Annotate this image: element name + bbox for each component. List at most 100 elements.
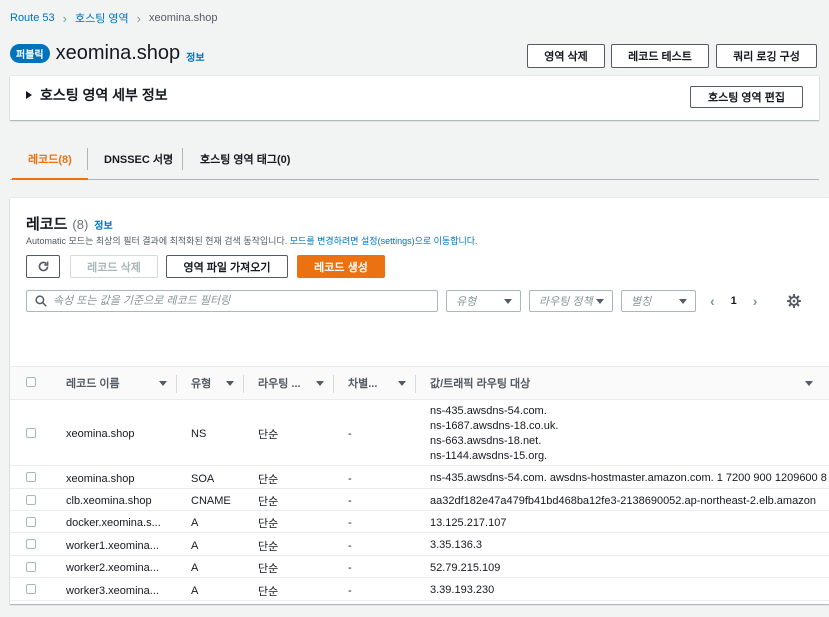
- table-row[interactable]: xeomina.shop SOA 단순 - ns-435.awsdns-54.com. …: [10, 465, 829, 489]
- select-all-checkbox[interactable]: [26, 376, 36, 387]
- column-header-value[interactable]: 값/트래픽 라우팅 대상: [416, 366, 829, 400]
- records-description-text: Automatic 모드는 최상의 필터 결과에 최적화된 현재 검색 동작입니…: [26, 236, 288, 246]
- create-record-button[interactable]: 레코드 생성: [297, 255, 385, 278]
- page-title: xeomina.shop: [55, 42, 181, 64]
- record-value: 52.79.215.109: [430, 561, 501, 574]
- filter-alias-select[interactable]: 별칭: [621, 290, 696, 312]
- breadcrumb: Route 53 › 호스팅 영역 › xeomina.shop: [10, 10, 218, 26]
- edit-zone-button[interactable]: 호스팅 영역 편집: [690, 86, 803, 108]
- refresh-icon: [38, 261, 48, 272]
- record-differentiator: -: [334, 600, 416, 604]
- record-routing: 단순: [244, 465, 334, 489]
- record-value-cell: ns-435.awsdns-54.com. awsdns-hostmaster.…: [416, 465, 829, 489]
- record-differentiator: -: [334, 532, 416, 556]
- chevron-right-icon[interactable]: ›: [753, 293, 758, 309]
- column-header-routing[interactable]: 라우팅 ...: [244, 366, 334, 400]
- row-checkbox[interactable]: [26, 427, 36, 438]
- gear-icon[interactable]: [787, 294, 801, 308]
- breadcrumb-current: xeomina.shop: [149, 12, 218, 24]
- record-type: A: [177, 555, 244, 578]
- sort-caret-icon: [159, 380, 167, 386]
- tab-records[interactable]: 레코드(8): [12, 140, 88, 180]
- caret-down-icon: [679, 299, 687, 304]
- table-row[interactable]: clb.xeomina.shop CNAME 단순 - aa32df182e47a479…: [10, 488, 829, 511]
- record-type: A: [177, 600, 244, 604]
- delete-record-button[interactable]: 레코드 삭제: [70, 255, 158, 278]
- search-box: [26, 290, 438, 312]
- record-differentiator: -: [334, 577, 416, 601]
- delete-zone-button[interactable]: 영역 삭제: [527, 44, 605, 68]
- chevron-right-icon: ›: [136, 10, 141, 26]
- table-row[interactable]: worker1.xeomina... A 단순 - 3.35.136.3: [10, 532, 829, 556]
- record-name: worker4.xeomina...: [50, 600, 177, 604]
- search-input[interactable]: [53, 295, 423, 307]
- sort-caret-icon: [805, 380, 813, 386]
- row-checkbox[interactable]: [26, 494, 36, 505]
- chevron-right-icon: ›: [62, 10, 67, 26]
- record-value-cell: 43.200.175.170: [416, 600, 829, 604]
- row-checkbox[interactable]: [26, 516, 36, 527]
- breadcrumb-hosted-zones[interactable]: 호스팅 영역: [75, 10, 129, 26]
- table-row[interactable]: xeomina.shop NS 단순 - ns-435.awsdns-54.com. ns…: [10, 399, 829, 466]
- table-row[interactable]: docker.xeomina.s... A 단순 - 13.125.217.107: [10, 510, 829, 533]
- caret-down-icon: [596, 299, 604, 304]
- table-row[interactable]: worker4.xeomina...A단순-43.200.175.170: [10, 600, 829, 604]
- row-checkbox[interactable]: [26, 539, 36, 549]
- record-value: ns-1687.awsdns-18.co.uk.: [430, 420, 559, 432]
- record-type: SOA: [177, 465, 244, 489]
- record-value-cell: ns-435.awsdns-54.com. ns-1687.awsdns-18.c…: [416, 399, 829, 466]
- record-value: aa32df182e47a479fb41bd468ba12fe3-2138690…: [430, 494, 816, 507]
- row-checkbox[interactable]: [26, 472, 36, 482]
- record-differentiator: -: [334, 465, 416, 489]
- column-header-differentiator[interactable]: 차별...: [334, 366, 416, 400]
- record-value-cell: aa32df182e47a479fb41bd468ba12fe3-2138690…: [416, 488, 829, 511]
- search-icon: [35, 295, 47, 307]
- record-name: clb.xeomina.shop: [50, 488, 177, 511]
- table-row[interactable]: worker3.xeomina... A 단순 - 3.39.193.230: [10, 577, 829, 601]
- table-row[interactable]: worker2.xeomina... A 단순 - 52.79.215.109: [10, 555, 829, 578]
- column-label: 차별...: [348, 378, 378, 390]
- page-header: 퍼블릭 xeomina.shop 정보: [10, 42, 205, 65]
- records-header: 레코드 (8) 정보: [26, 213, 113, 234]
- info-link[interactable]: 정보: [186, 49, 204, 64]
- record-name: docker.xeomina.s...: [50, 510, 177, 533]
- refresh-button[interactable]: [26, 255, 60, 278]
- record-name: worker1.xeomina...: [50, 532, 177, 556]
- row-checkbox[interactable]: [26, 561, 36, 572]
- hosted-zone-details-panel: 호스팅 영역 세부 정보 호스팅 영역 편집: [10, 76, 819, 120]
- records-info-link[interactable]: 정보: [94, 217, 112, 232]
- settings-link[interactable]: 모드를 변경하려면 설정(settings)으로 이동합니다.: [290, 236, 478, 246]
- column-header-name[interactable]: 레코드 이름: [50, 366, 177, 400]
- record-routing: 단순: [244, 577, 334, 601]
- record-type: A: [177, 532, 244, 556]
- test-record-button[interactable]: 레코드 테스트: [611, 44, 709, 68]
- filter-type-select[interactable]: 유형: [446, 290, 521, 312]
- record-differentiator: -: [334, 399, 416, 466]
- breadcrumb-route53[interactable]: Route 53: [10, 12, 55, 24]
- pagination: ‹ 1 ›: [710, 290, 757, 312]
- record-name: worker2.xeomina...: [50, 555, 177, 578]
- record-differentiator: -: [334, 488, 416, 511]
- record-value-cell: 3.35.136.3: [416, 532, 829, 556]
- row-checkbox[interactable]: [26, 584, 36, 594]
- chevron-left-icon[interactable]: ‹: [710, 293, 715, 309]
- details-toggle[interactable]: 호스팅 영역 세부 정보: [26, 85, 168, 105]
- column-header-type[interactable]: 유형: [177, 366, 244, 400]
- record-type: A: [177, 577, 244, 601]
- records-panel: 레코드 (8) 정보 Automatic 모드는 최상의 필터 결과에 최적화된…: [10, 198, 829, 604]
- tab-divider: [182, 148, 183, 170]
- tab-dnssec[interactable]: DNSSEC 서명: [88, 140, 189, 178]
- filter-routing-select[interactable]: 라우팅 정책: [529, 290, 613, 312]
- record-value: ns-435.awsdns-54.com.: [430, 405, 547, 417]
- record-value-cell: 52.79.215.109: [416, 555, 829, 578]
- query-logging-button[interactable]: 쿼리 로깅 구성: [716, 44, 817, 68]
- import-zone-file-button[interactable]: 영역 파일 가져오기: [166, 255, 288, 278]
- column-label: 유형: [191, 378, 212, 390]
- record-routing: 단순: [244, 532, 334, 556]
- tab-zone-tags[interactable]: 호스팅 영역 태그(0): [184, 140, 306, 178]
- column-label: 라우팅 ...: [258, 378, 301, 390]
- record-routing: 단순: [244, 399, 334, 466]
- record-routing: 단순: [244, 555, 334, 578]
- page-number[interactable]: 1: [731, 295, 737, 307]
- filter-routing-label: 라우팅 정책: [539, 296, 593, 308]
